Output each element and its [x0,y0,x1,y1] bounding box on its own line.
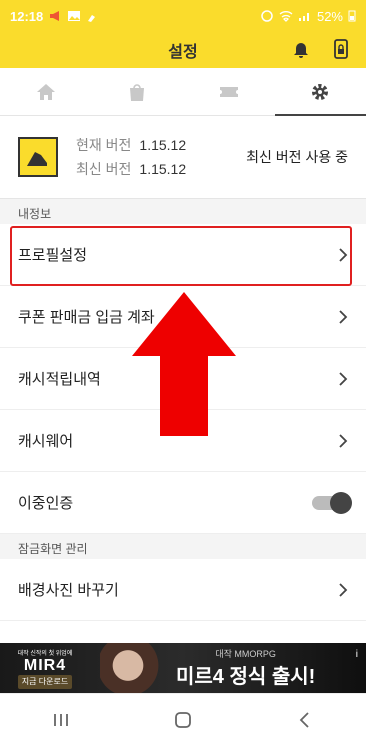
alarm-icon [261,10,273,22]
row-two-factor: 이중인증 [0,472,366,534]
ad-brand-logo: MIR4 [23,656,67,674]
section-header-my-info: 내정보 [0,199,366,224]
battery-percent: 52% [316,8,343,24]
two-factor-toggle[interactable] [312,491,352,514]
home-circle-icon [175,712,191,728]
chevron-right-icon [339,433,348,448]
row-label: 배경사진 바꾸기 [18,582,119,599]
back-arrow-icon [299,712,309,728]
battery-icon [348,10,356,22]
status-time: 12:18 [10,8,44,24]
app-bar: 설정 [0,32,366,68]
tab-bar [0,68,366,116]
version-panel: 현재 버전 1.15.12 최신 버전 1.15.12 최신 버전 사용 중 [0,116,366,199]
ad-headline: 미르4 정식 출시! [176,666,316,688]
chevron-right-icon [339,309,348,324]
recent-apps-button[interactable] [49,710,73,730]
highlight-box [10,226,352,286]
ad-model-image [100,643,170,693]
ad-info-icon[interactable]: i [356,649,358,660]
back-button[interactable] [293,710,317,730]
shoe-icon [27,152,47,166]
tab-home[interactable] [0,68,92,115]
signal-icon [298,13,309,21]
gear-icon [312,83,329,100]
ad-banner[interactable]: 대작 신작의 첫 위엄에 MIR4 지금 다운로드 대작 MMORPG 미르4 … [0,643,366,693]
app-logo [18,137,58,177]
ad-brand: 대작 신작의 첫 위엄에 MIR4 지금 다운로드 [10,648,80,689]
chevron-right-icon [339,582,348,597]
ad-tag: 대작 MMORPG [215,649,276,659]
home-icon [36,83,55,100]
row-change-wallpaper[interactable]: 배경사진 바꾸기 [0,559,366,621]
lock-screen-icon[interactable] [330,38,352,60]
system-nav-bar [0,693,366,746]
notification-bell-icon[interactable] [290,38,312,60]
row-label: 이중인증 [18,495,74,512]
row-label: 캐시웨어 [18,433,74,450]
tab-settings[interactable] [274,68,366,116]
row-label: 캐시적립내역 [18,371,101,388]
section-header-lock-screen: 잠금화면 관리 [0,534,366,559]
page-title: 설정 [168,44,198,61]
chevron-right-icon [339,371,348,386]
image-icon [68,11,81,21]
version-status: 최신 버전 사용 중 [246,149,348,165]
current-version-label: 현재 버전 [76,137,132,153]
brush-icon [88,15,96,22]
recent-apps-icon [54,714,68,726]
home-button[interactable] [171,710,195,730]
ticket-icon [219,86,238,97]
current-version-value: 1.15.12 [139,137,187,153]
latest-version-value: 1.15.12 [139,161,187,177]
shopping-bag-icon [130,83,145,101]
ad-download-button[interactable]: 지금 다운로드 [17,674,73,689]
tab-coupon[interactable] [183,68,275,115]
red-arrow-annotation [132,292,236,436]
notification-icons [49,10,99,22]
wifi-icon [279,11,293,22]
status-bar: 12:18 52% [0,0,366,32]
tab-shop[interactable] [92,68,184,115]
megaphone-icon [50,11,60,21]
latest-version-label: 최신 버전 [76,161,132,177]
